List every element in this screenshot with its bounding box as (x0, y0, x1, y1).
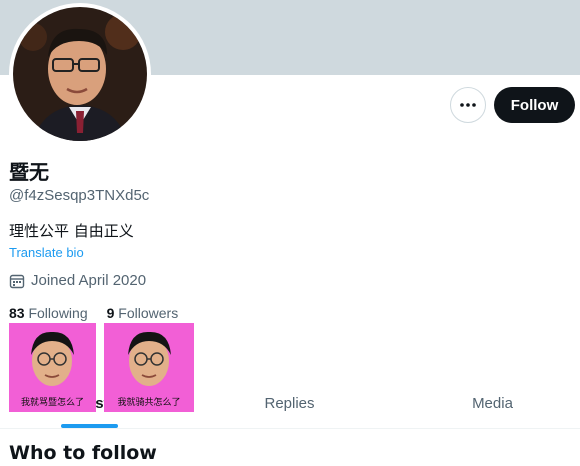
more-options-button[interactable] (450, 87, 486, 123)
meme-sticker: 我就骂暨怎么了 (9, 323, 96, 412)
joined-date: Joined April 2020 (9, 272, 146, 289)
more-horizontal-icon (460, 103, 476, 107)
followers-link[interactable]: 9 Followers (107, 305, 179, 321)
active-tab-indicator (61, 424, 118, 428)
follow-button[interactable]: Follow (494, 87, 575, 123)
calendar-icon (9, 274, 25, 288)
following-count: 83 (9, 305, 25, 321)
display-name: 暨无 (9, 160, 49, 184)
followers-count: 9 (106, 305, 115, 321)
following-link[interactable]: 83 Following (9, 305, 88, 321)
follow-stats: 83 Following 9 Followers (9, 305, 178, 321)
following-label: Following (28, 305, 88, 321)
user-handle: @f4zSesqp3TNXd5c (9, 187, 150, 204)
tab-replies[interactable]: Replies (193, 378, 386, 428)
sticker-caption: 我就骂暨怎么了 (20, 398, 84, 408)
meme-sticker: 我就骑共怎么了 (104, 323, 194, 412)
bio-text: 理性公平 自由正义 (9, 222, 134, 240)
who-to-follow-heading: Who to follow (9, 442, 157, 464)
tab-media[interactable]: Media (396, 378, 580, 428)
followers-label: Followers (118, 305, 179, 321)
joined-label: Joined April 2020 (31, 272, 147, 289)
sticker-caption: 我就骑共怎么了 (117, 398, 181, 408)
avatar[interactable] (9, 3, 151, 145)
translate-bio-link[interactable]: Translate bio (9, 245, 84, 260)
